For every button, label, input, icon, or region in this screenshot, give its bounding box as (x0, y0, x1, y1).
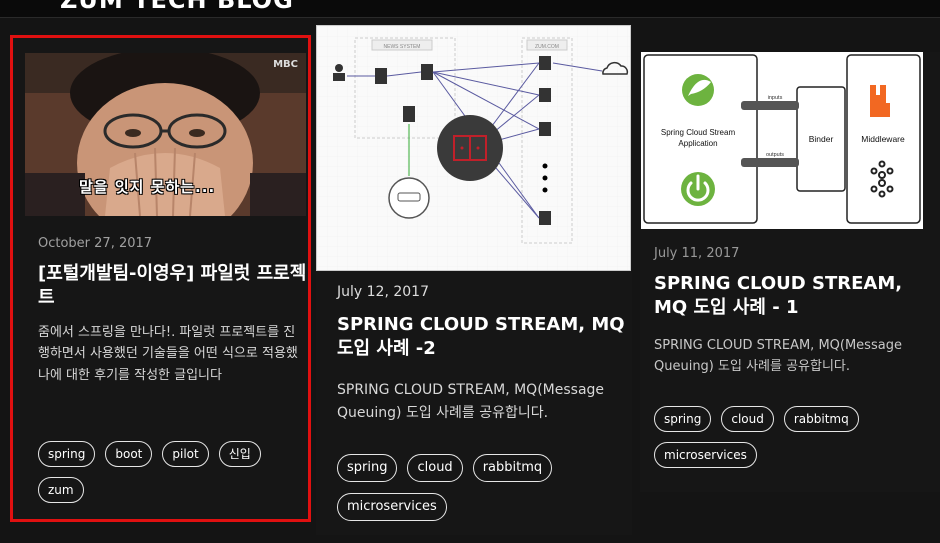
tag-rabbitmq[interactable]: rabbitmq (472, 454, 553, 482)
architecture-diagram: NEWS SYSTEM ZUM.COM (317, 26, 630, 270)
post-card-pilot-project[interactable]: MBC 말을 잇지 못하는... October 27, 2017 [포털개발팀… (10, 35, 311, 522)
tag-list: spring cloud rabbitmq microservices (337, 454, 627, 521)
post-date: July 12, 2017 (337, 284, 429, 300)
post-title[interactable]: SPRING CLOUD STREAM, MQ 도입 사례 -2 (337, 313, 627, 362)
binder-label: Binder (809, 134, 834, 144)
inputs-label: inputs (768, 95, 783, 101)
tag-list: spring boot pilot 신입 zum (38, 441, 308, 503)
tag-zum[interactable]: zum (38, 477, 84, 503)
tag-cloud[interactable]: cloud (721, 406, 774, 432)
broadcaster-logo: MBC (273, 59, 298, 70)
post-title[interactable]: SPRING CLOUD STREAM, MQ 도입 사례 - 1 (654, 272, 934, 321)
tag-pilot[interactable]: pilot (162, 441, 209, 467)
tag-list: spring cloud rabbitmq microservices (654, 406, 934, 468)
post-date: July 11, 2017 (654, 246, 740, 261)
site-brand[interactable]: ZUM TECH BLOG (60, 0, 294, 14)
post-title[interactable]: [포털개발팀-이영우] 파일럿 프로젝트 (38, 262, 308, 311)
scs-diagram: Spring Cloud Stream Application inputs ou… (641, 52, 923, 229)
post-card-scs-mq-2[interactable]: NEWS SYSTEM ZUM.COM July 12, 2017 SPRING… (316, 25, 632, 535)
tag-cloud[interactable]: cloud (407, 454, 463, 482)
zum-label: ZUM.COM (535, 44, 559, 50)
post-card-scs-mq-1[interactable]: Spring Cloud Stream Application inputs ou… (640, 52, 940, 492)
middleware-label: Middleware (861, 134, 905, 144)
tag-spring[interactable]: spring (38, 441, 96, 467)
image-caption: 말을 잇지 못하는... (79, 178, 216, 196)
top-bar: ZUM TECH BLOG (0, 0, 940, 18)
tag-boot[interactable]: boot (105, 441, 153, 467)
post-description: SPRING CLOUD STREAM, MQ(Message Queuing)… (654, 338, 902, 375)
outputs-label: outputs (766, 152, 784, 158)
post-date: October 27, 2017 (38, 236, 153, 251)
tag-microservices[interactable]: microservices (337, 493, 447, 521)
tag-rabbitmq[interactable]: rabbitmq (783, 406, 859, 432)
post-thumbnail[interactable]: Spring Cloud Stream Application inputs ou… (641, 52, 923, 229)
post-description: SPRING CLOUD STREAM, MQ(Message Queuing)… (337, 382, 605, 422)
tag-newcomer[interactable]: 신입 (218, 441, 261, 467)
post-description: 줌에서 스프링을 만나다!. 파일럿 프로젝트를 진행하면서 사용했던 기술들을… (38, 325, 298, 383)
tag-spring[interactable]: spring (337, 454, 398, 482)
news-system-label: NEWS SYSTEM (384, 44, 421, 50)
post-thumbnail[interactable]: NEWS SYSTEM ZUM.COM (316, 25, 631, 271)
tag-spring[interactable]: spring (654, 406, 712, 432)
tag-microservices[interactable]: microservices (654, 442, 757, 468)
post-thumbnail[interactable]: MBC 말을 잇지 못하는... (25, 53, 306, 216)
